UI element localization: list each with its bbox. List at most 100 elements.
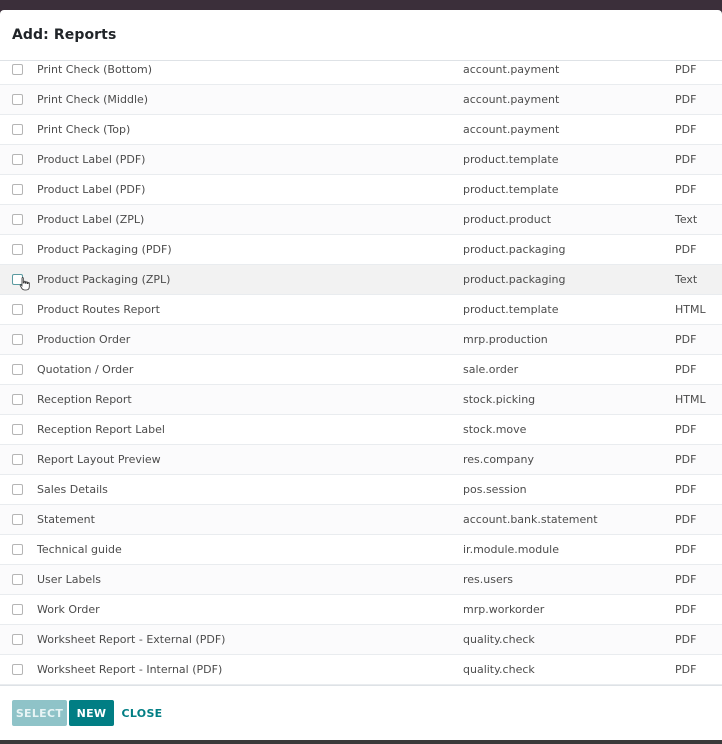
table-row[interactable]: Report Layout Preview res.company PDF	[0, 445, 722, 475]
report-model: res.users	[463, 573, 513, 586]
report-name: Report Layout Preview	[37, 453, 161, 466]
add-reports-dialog: Add: Reports Print Check (Bottom) account…	[0, 10, 722, 740]
report-type: PDF	[675, 453, 697, 466]
row-checkbox[interactable]	[12, 544, 23, 555]
row-checkbox[interactable]	[12, 184, 23, 195]
table-row[interactable]: Work Order mrp.workorder PDF	[0, 595, 722, 625]
hand-cursor-icon	[19, 277, 30, 291]
table-row[interactable]: Product Label (ZPL) product.product Text	[0, 205, 722, 235]
report-name: Work Order	[37, 603, 100, 616]
row-checkbox[interactable]	[12, 214, 23, 225]
row-checkbox[interactable]	[12, 274, 30, 291]
table-row[interactable]: Reception Report Label stock.move PDF	[0, 415, 722, 445]
report-model: product.template	[463, 303, 559, 316]
report-model: mrp.production	[463, 333, 548, 346]
report-name: Product Label (PDF)	[37, 183, 146, 196]
report-type: PDF	[675, 243, 697, 256]
report-type: PDF	[675, 123, 697, 136]
report-type: HTML	[675, 303, 706, 316]
report-name: Product Routes Report	[37, 303, 160, 316]
table-row[interactable]: User Labels res.users PDF	[0, 565, 722, 595]
row-checkbox[interactable]	[12, 244, 23, 255]
row-checkbox[interactable]	[12, 424, 23, 435]
table-row[interactable]: Worksheet Report - External (PDF) quality…	[0, 625, 722, 655]
table-row[interactable]: Print Check (Top) account.payment PDF	[0, 115, 722, 145]
row-checkbox[interactable]	[12, 364, 23, 375]
report-name: Print Check (Bottom)	[37, 63, 153, 76]
report-name: Product Packaging (ZPL)	[37, 273, 171, 286]
report-name: Worksheet Report - External (PDF)	[37, 633, 226, 646]
report-name: Sales Details	[37, 483, 108, 496]
report-model: pos.session	[463, 483, 527, 496]
report-model: quality.check	[463, 633, 535, 646]
new-button[interactable]: NEW	[69, 700, 114, 726]
report-name: Print Check (Middle)	[37, 93, 149, 106]
report-type: PDF	[675, 63, 697, 76]
report-type: PDF	[675, 423, 697, 436]
report-name: Quotation / Order	[37, 363, 134, 376]
row-checkbox[interactable]	[12, 604, 23, 615]
report-model: stock.move	[463, 423, 527, 436]
row-checkbox[interactable]	[12, 454, 23, 465]
dialog-header: Add: Reports	[0, 10, 722, 61]
report-name: Product Packaging (PDF)	[37, 243, 172, 256]
report-type: PDF	[675, 573, 697, 586]
table-row[interactable]: Sales Details pos.session PDF	[0, 475, 722, 505]
row-checkbox[interactable]	[12, 514, 23, 525]
report-model: product.template	[463, 153, 559, 166]
table-row[interactable]: Product Routes Report product.template HTM…	[0, 295, 722, 325]
app-bottom-edge	[0, 740, 722, 744]
report-name: User Labels	[37, 573, 101, 586]
report-name: Product Label (ZPL)	[37, 213, 145, 226]
row-checkbox[interactable]	[12, 394, 23, 405]
table-row[interactable]: Print Check (Bottom) account.payment PDF	[0, 62, 722, 85]
dialog-title: Add: Reports	[12, 27, 117, 43]
table-row[interactable]: Product Packaging (PDF) product.packaging…	[0, 235, 722, 265]
table-row[interactable]: Print Check (Middle) account.payment PDF	[0, 85, 722, 115]
report-name: Reception Report	[37, 393, 132, 406]
report-model: account.payment	[463, 123, 560, 136]
report-model: account.payment	[463, 93, 560, 106]
row-checkbox[interactable]	[12, 124, 23, 135]
report-type: Text	[675, 273, 698, 286]
table-row[interactable]: Reception Report stock.picking HTML	[0, 385, 722, 415]
row-checkbox[interactable]	[12, 94, 23, 105]
report-type: PDF	[675, 633, 697, 646]
table-row[interactable]: Product Packaging (ZPL) product.packaging…	[0, 265, 722, 295]
row-checkbox[interactable]	[12, 574, 23, 585]
report-type: PDF	[675, 663, 697, 676]
report-type: HTML	[675, 393, 706, 406]
row-checkbox[interactable]	[12, 64, 23, 75]
row-checkbox[interactable]	[12, 334, 23, 345]
row-checkbox[interactable]	[12, 484, 23, 495]
report-model: stock.picking	[463, 393, 536, 406]
row-checkbox[interactable]	[12, 634, 23, 645]
report-rows: Print Check (Bottom) account.payment PDF Pr…	[0, 62, 722, 685]
table-row[interactable]: Statement account.bank.statement PDF	[0, 505, 722, 535]
report-type: PDF	[675, 513, 697, 526]
table-row[interactable]: Production Order mrp.production PDF	[0, 325, 722, 355]
table-row[interactable]: Technical guide ir.module.module PDF	[0, 535, 722, 565]
table-row[interactable]: Quotation / Order sale.order PDF	[0, 355, 722, 385]
row-checkbox[interactable]	[12, 154, 23, 165]
table-row[interactable]: Product Label (PDF) product.template PDF	[0, 145, 722, 175]
report-type: PDF	[675, 603, 697, 616]
report-model: product.packaging	[463, 273, 566, 286]
report-type: PDF	[675, 483, 697, 496]
report-list: Print Check (Bottom) account.payment PDF Pr…	[0, 62, 722, 685]
report-name: Technical guide	[37, 543, 122, 556]
close-button[interactable]: CLOSE	[120, 700, 164, 726]
row-checkbox[interactable]	[12, 664, 23, 675]
report-model: product.packaging	[463, 243, 566, 256]
report-type: PDF	[675, 363, 697, 376]
report-model: ir.module.module	[463, 543, 560, 556]
dialog-footer: SELECT NEW CLOSE	[0, 685, 722, 740]
report-model: quality.check	[463, 663, 535, 676]
select-button[interactable]: SELECT	[12, 700, 67, 726]
row-checkbox[interactable]	[12, 304, 23, 315]
report-model: account.bank.statement	[463, 513, 598, 526]
report-name: Print Check (Top)	[37, 123, 131, 136]
table-row[interactable]: Product Label (PDF) product.template PDF	[0, 175, 722, 205]
table-row[interactable]: Worksheet Report - Internal (PDF) quality…	[0, 655, 722, 685]
report-type: PDF	[675, 183, 697, 196]
